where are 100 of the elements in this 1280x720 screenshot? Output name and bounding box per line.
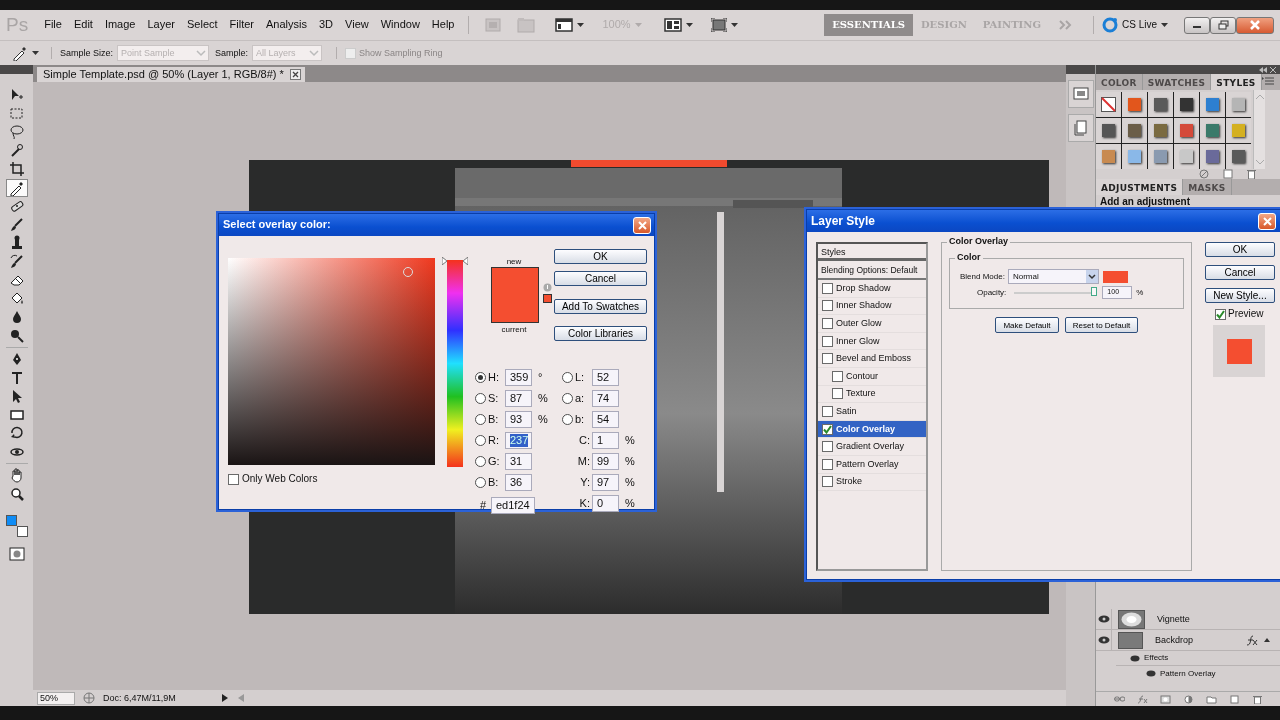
number-field[interactable]: 93: [505, 411, 532, 428]
hue-slider-handle[interactable]: [442, 256, 468, 265]
menu-item[interactable]: File: [38, 18, 68, 32]
radio-button[interactable]: [475, 393, 486, 404]
mini-bridge-button[interactable]: [1067, 80, 1094, 108]
color-field[interactable]: [228, 258, 435, 465]
tool-button[interactable]: [5, 178, 28, 197]
layer-thumbnail[interactable]: [1118, 609, 1145, 629]
number-field[interactable]: 54: [592, 411, 619, 428]
radio-button[interactable]: [475, 456, 486, 467]
foreground-color-swatch[interactable]: [5, 515, 17, 526]
mask-icon[interactable]: [1159, 694, 1171, 704]
quick-mask-icon[interactable]: [8, 547, 25, 561]
close-icon[interactable]: [1270, 66, 1276, 73]
style-swatch[interactable]: [1180, 98, 1193, 111]
cs-live-menu[interactable]: CS Live: [1118, 19, 1172, 31]
link-icon[interactable]: [1113, 694, 1125, 704]
panel-tab[interactable]: STYLES: [1211, 74, 1262, 90]
effect-name[interactable]: Effects: [1144, 653, 1169, 663]
history-panel-button[interactable]: [1067, 114, 1094, 142]
menu-item[interactable]: Help: [425, 18, 461, 32]
dialog-button[interactable]: Color Libraries: [554, 326, 647, 341]
dialog-button[interactable]: OK: [1205, 242, 1275, 257]
menu-item[interactable]: 3D: [313, 18, 340, 32]
menu-item[interactable]: View: [339, 18, 375, 32]
style-list-item[interactable]: Inner Shadow: [818, 297, 926, 316]
no-style-swatch[interactable]: [1101, 97, 1116, 112]
dialog-button[interactable]: Make Default: [995, 317, 1059, 333]
eye-icon[interactable]: [1146, 670, 1156, 677]
dialog-button[interactable]: OK: [554, 249, 647, 264]
checkbox[interactable]: [822, 476, 833, 488]
eye-icon[interactable]: [1097, 636, 1110, 644]
layer-thumbnail[interactable]: [1118, 631, 1143, 649]
menu-item[interactable]: Window: [374, 18, 426, 32]
style-list-item[interactable]: Inner Glow: [818, 332, 926, 351]
style-swatch[interactable]: [1154, 150, 1167, 163]
style-list-item[interactable]: Bevel and Emboss: [818, 350, 926, 368]
menu-item[interactable]: Select: [181, 18, 224, 32]
number-field[interactable]: 31: [505, 453, 532, 470]
hex-field[interactable]: ed1f24: [491, 497, 535, 514]
style-list-item[interactable]: Stroke: [818, 473, 926, 492]
dialog-button[interactable]: Cancel: [554, 271, 647, 286]
style-swatch[interactable]: [1102, 150, 1115, 163]
list-item[interactable]: Blending Options: Default: [818, 261, 926, 280]
new-layer-icon[interactable]: [1228, 694, 1240, 704]
layer-name[interactable]: Vignette: [1157, 613, 1280, 625]
menu-item[interactable]: Edit: [67, 18, 99, 32]
panel-tab[interactable]: ADJUSTMENTS: [1096, 179, 1184, 195]
dialog-button[interactable]: Add To Swatches: [554, 299, 647, 314]
hue-slider[interactable]: [442, 258, 468, 469]
blend-mode-select[interactable]: Normal: [1007, 269, 1099, 284]
caret-icon[interactable]: [32, 51, 39, 55]
number-field[interactable]: 74: [592, 390, 619, 407]
number-field[interactable]: 359: [505, 369, 532, 386]
checkbox[interactable]: [822, 441, 833, 453]
dialog-button[interactable]: New Style...: [1205, 288, 1275, 303]
minimize-button[interactable]: [1184, 16, 1210, 34]
radio-button[interactable]: [562, 414, 573, 425]
checkbox[interactable]: [822, 318, 833, 329]
style-list-item[interactable]: Contour: [818, 367, 926, 386]
checkbox[interactable]: [822, 405, 833, 417]
style-list-item[interactable]: Gradient Overlay: [818, 438, 926, 456]
number-field[interactable]: 1: [592, 432, 619, 449]
checkbox[interactable]: [822, 282, 833, 294]
restore-button[interactable]: [1210, 16, 1236, 34]
number-field[interactable]: 97: [592, 474, 619, 491]
zoom-field[interactable]: 50%: [37, 691, 75, 705]
style-swatch[interactable]: [1154, 124, 1167, 137]
slider-thumb[interactable]: [1091, 286, 1098, 296]
radio-button[interactable]: [562, 393, 573, 404]
style-list-item[interactable]: Satin: [818, 403, 926, 421]
close-icon[interactable]: [289, 69, 301, 80]
style-swatch[interactable]: [1128, 150, 1141, 163]
web-safe-swatch[interactable]: [542, 293, 552, 303]
eye-icon[interactable]: [1130, 654, 1140, 662]
number-field[interactable]: 0: [592, 495, 619, 512]
menu-item[interactable]: Analysis: [260, 18, 313, 32]
style-swatch[interactable]: [1232, 124, 1245, 137]
style-swatch[interactable]: [1232, 98, 1245, 111]
checkbox[interactable]: [822, 300, 833, 312]
radio-button[interactable]: [475, 477, 486, 488]
number-field[interactable]: 52: [592, 369, 619, 386]
caret-icon[interactable]: [1161, 23, 1168, 27]
eye-icon[interactable]: [1097, 615, 1110, 623]
caret-icon[interactable]: [730, 23, 738, 27]
close-button[interactable]: [1236, 16, 1274, 34]
style-swatch[interactable]: [1180, 150, 1193, 163]
style-swatch[interactable]: [1206, 124, 1219, 137]
collapse-caret-icon[interactable]: [1264, 638, 1270, 642]
menu-item[interactable]: Filter: [223, 18, 261, 32]
checkbox[interactable]: [228, 473, 239, 485]
effect-name[interactable]: Pattern Overlay: [1160, 668, 1216, 679]
style-swatch[interactable]: [1128, 98, 1141, 111]
checkbox[interactable]: [822, 353, 833, 365]
cs-live-icon[interactable]: [1102, 17, 1118, 33]
style-list-item[interactable]: Outer Glow: [818, 315, 926, 333]
checkbox[interactable]: [832, 370, 843, 382]
caret-icon[interactable]: [577, 23, 585, 27]
checkbox[interactable]: [822, 335, 833, 347]
trash-icon[interactable]: [1247, 169, 1256, 179]
